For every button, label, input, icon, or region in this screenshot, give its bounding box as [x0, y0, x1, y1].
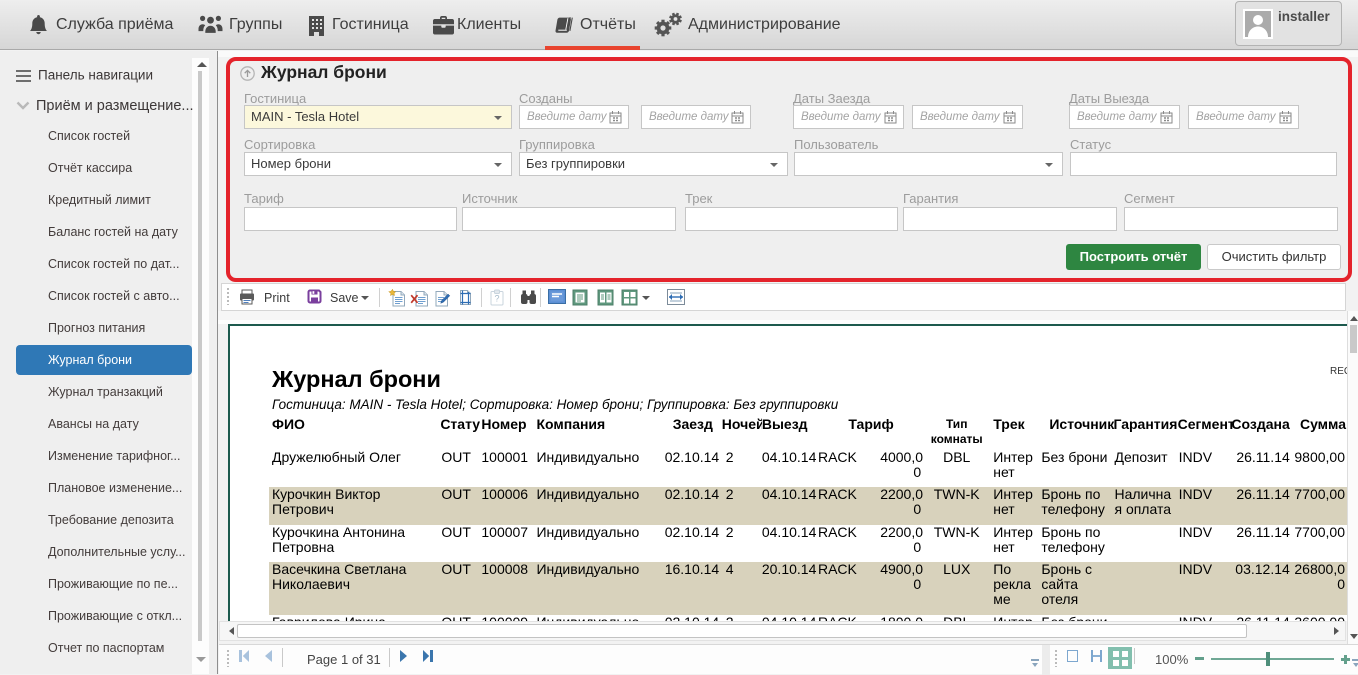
svg-text:?: ? [494, 294, 499, 304]
